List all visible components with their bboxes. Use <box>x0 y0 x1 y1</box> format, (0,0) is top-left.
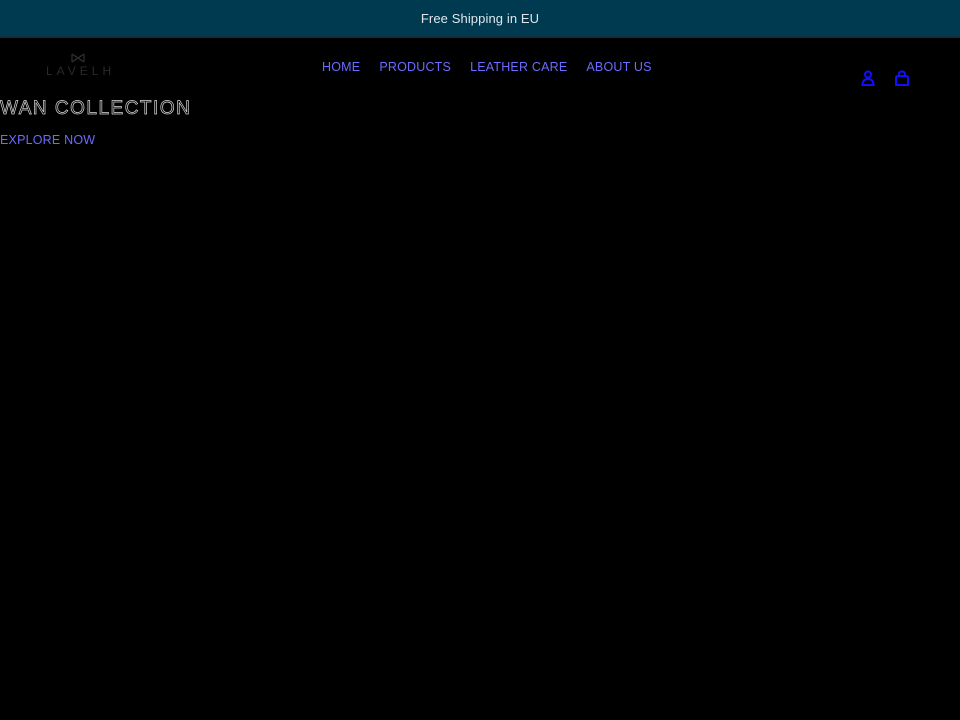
main-nav: HOME PRODUCTS LEATHER CARE ABOUT US <box>322 60 652 74</box>
hero-title: WAN COLLECTION <box>0 98 192 120</box>
announcement-bar: Free Shipping in EU <box>0 0 960 38</box>
announcement-text: Free Shipping in EU <box>420 10 540 26</box>
cart-icon[interactable] <box>894 70 910 86</box>
brand-logo-icon <box>71 53 85 63</box>
explore-now-link[interactable]: EXPLORE NOW <box>0 133 95 147</box>
nav-item-products[interactable]: PRODUCTS <box>379 60 451 74</box>
nav-item-leather-care[interactable]: LEATHER CARE <box>470 60 567 74</box>
header-icons <box>860 70 910 86</box>
brand-name: LAVELH <box>46 64 116 78</box>
account-icon[interactable] <box>860 70 876 86</box>
nav-item-about-us[interactable]: ABOUT US <box>586 60 651 74</box>
nav-item-home[interactable]: HOME <box>322 60 360 74</box>
brand-logo-link[interactable]: LAVELH <box>42 53 114 79</box>
